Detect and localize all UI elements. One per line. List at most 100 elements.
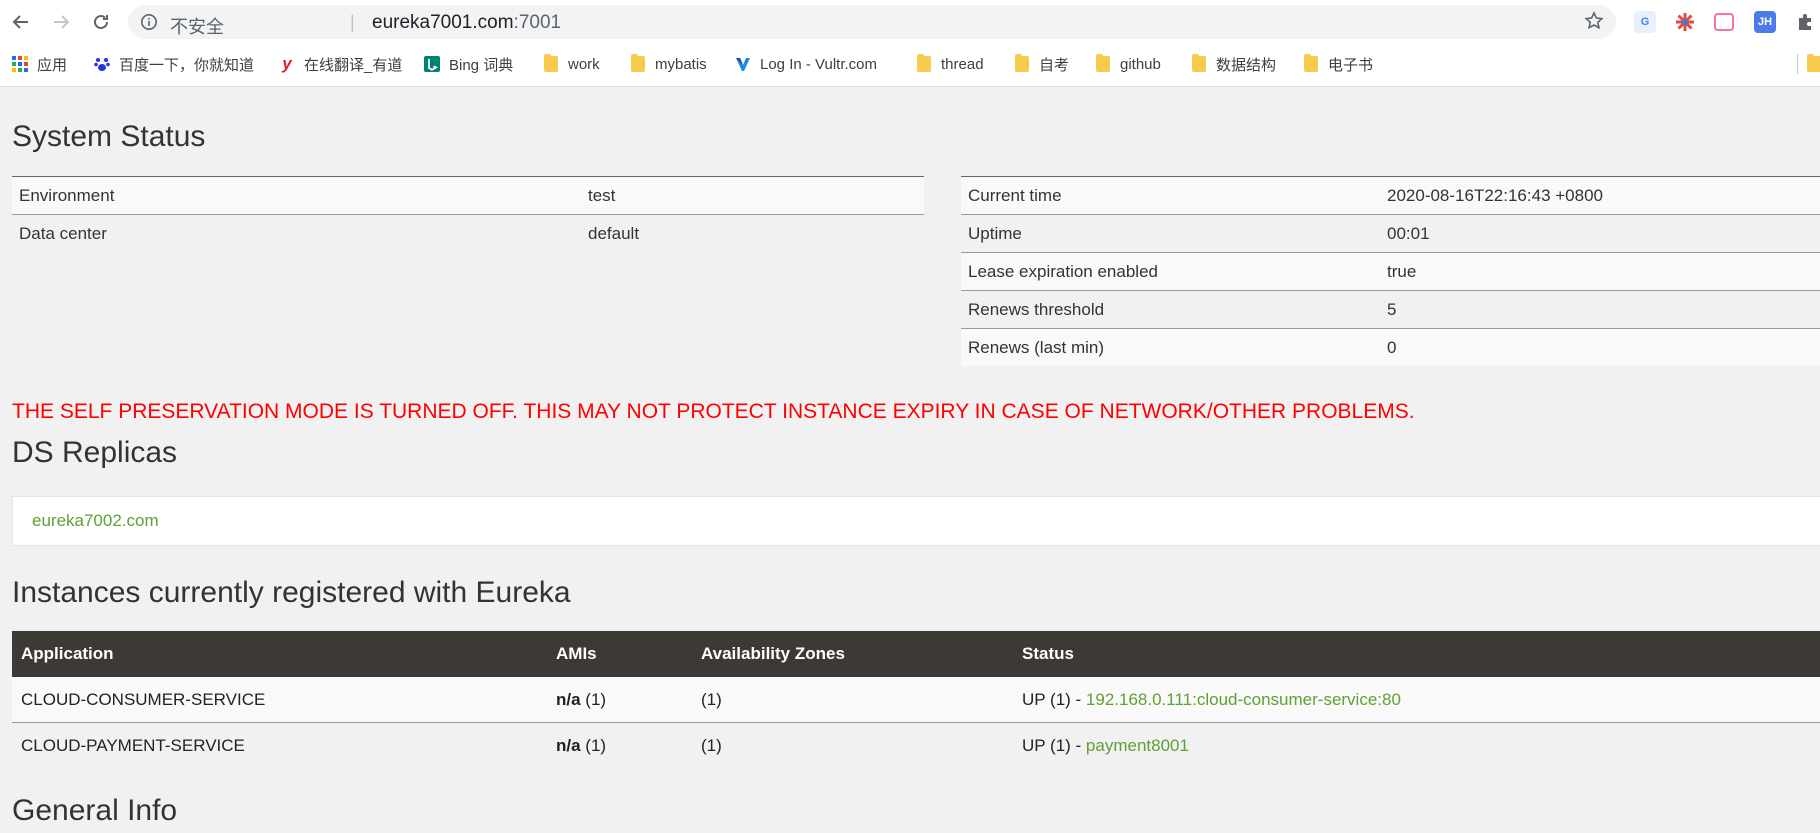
table-row: CLOUD-CONSUMER-SERVICE n/a (1) (1) UP (1… <box>12 677 1820 723</box>
ami-cell: n/a (1) <box>547 677 692 723</box>
status-value: 00:01 <box>1380 214 1820 253</box>
url-text[interactable]: eureka7001.com:7001 <box>372 12 561 34</box>
translate-extension-label: G <box>1640 16 1650 28</box>
omnibox-separator: | <box>350 12 355 32</box>
bookmark-folder-mybatis[interactable]: mybatis <box>630 53 707 75</box>
bookmark-label: 电子书 <box>1328 56 1374 74</box>
status-row: Current time 2020-08-16T22:16:43 +0800 <box>961 176 1820 215</box>
column-header: Status <box>1013 631 1820 677</box>
system-status-right-table: Current time 2020-08-16T22:16:43 +0800 U… <box>961 176 1820 366</box>
replica-link[interactable]: eureka7002.com <box>32 511 159 531</box>
bookmark-label: mybatis <box>655 55 707 73</box>
ami-count: (1) <box>580 735 607 755</box>
bookmark-folder-zikao[interactable]: 自考 <box>1014 53 1069 75</box>
jh-extension-label: JH <box>1757 16 1773 28</box>
bookmark-vultr[interactable]: Log In - Vultr.com <box>735 53 877 75</box>
eureka-dashboard: System Status Environment test Data cent… <box>0 86 1820 833</box>
self-preservation-warning: THE SELF PRESERVATION MODE IS TURNED OFF… <box>12 400 1415 423</box>
folder-icon <box>916 54 932 72</box>
bilibili-extension-icon[interactable] <box>1714 13 1734 31</box>
folder-icon <box>1014 54 1030 72</box>
vultr-icon <box>735 56 751 72</box>
bookmark-label: 自考 <box>1039 56 1070 74</box>
status-value: 2020-08-16T22:16:43 +0800 <box>1380 176 1820 215</box>
bookmark-label: thread <box>941 55 984 73</box>
bookmark-folder-github[interactable]: github <box>1095 53 1161 75</box>
system-status-left-table: Environment test Data center default <box>12 176 924 252</box>
bookmark-bing[interactable]: Bing 词典 <box>424 53 513 75</box>
ami-count: (1) <box>580 689 607 709</box>
bing-icon <box>424 56 440 72</box>
extensions-puzzle-icon[interactable] <box>1794 11 1816 33</box>
bookmarks-divider <box>1797 54 1798 74</box>
info-icon[interactable] <box>140 13 158 36</box>
status-text: UP (1) - <box>1022 735 1086 755</box>
apps-grid-icon <box>12 56 28 72</box>
application-name: CLOUD-PAYMENT-SERVICE <box>12 722 547 768</box>
forward-button[interactable] <box>48 9 74 35</box>
instance-link[interactable]: payment8001 <box>1086 736 1189 755</box>
bookmark-baidu[interactable]: 百度一下，你就知道 <box>94 53 254 75</box>
bookmark-folder-ebooks[interactable]: 电子书 <box>1303 53 1373 75</box>
address-bar[interactable]: 不安全 | eureka7001.com:7001 <box>128 5 1616 39</box>
status-cell: UP (1) - payment8001 <box>1013 722 1820 768</box>
url-host: eureka7001.com <box>372 12 514 33</box>
status-value: 0 <box>1380 328 1820 366</box>
browser-chrome: 不安全 | eureka7001.com:7001 G JH 应用 百度一下，你… <box>0 0 1820 87</box>
bookmark-label: 百度一下，你就知道 <box>119 56 255 74</box>
table-row: CLOUD-PAYMENT-SERVICE n/a (1) (1) UP (1)… <box>12 722 1820 768</box>
column-header: Application <box>12 631 547 677</box>
youdao-icon: y <box>282 54 292 73</box>
reload-button[interactable] <box>88 9 114 35</box>
reload-icon <box>94 14 108 29</box>
bookmark-label: github <box>1120 55 1161 73</box>
application-name: CLOUD-CONSUMER-SERVICE <box>12 677 547 723</box>
jh-extension-icon[interactable]: JH <box>1754 11 1776 33</box>
status-value: default <box>581 214 924 252</box>
bookmark-folder-other[interactable] <box>1806 53 1820 75</box>
bookmark-folder-data-structures[interactable]: 数据结构 <box>1191 53 1276 75</box>
bookmark-folder-thread[interactable]: thread <box>916 53 984 75</box>
arrow-left-icon <box>12 15 28 29</box>
folder-icon <box>1806 54 1820 72</box>
ds-replicas-heading: DS Replicas <box>12 436 178 469</box>
back-button[interactable] <box>8 9 34 35</box>
bookmark-apps[interactable]: 应用 <box>12 53 67 75</box>
bookmark-star-icon[interactable] <box>1584 11 1604 36</box>
status-value: 5 <box>1380 290 1820 329</box>
ami-value: n/a <box>556 689 581 709</box>
folder-icon <box>543 54 559 72</box>
column-header: Availability Zones <box>692 631 1013 677</box>
folder-icon <box>1095 54 1111 72</box>
instance-link[interactable]: 192.168.0.111:cloud-consumer-service:80 <box>1086 690 1401 709</box>
bookmark-label: Bing 词典 <box>449 56 514 74</box>
status-label: Uptime <box>961 214 1380 253</box>
translate-extension-icon[interactable]: G <box>1634 11 1656 33</box>
pinwheel-extension-icon[interactable] <box>1674 11 1696 33</box>
status-value: true <box>1380 252 1820 291</box>
bookmark-label: 应用 <box>37 56 68 74</box>
status-label: Renews threshold <box>961 290 1380 329</box>
bookmark-label: Log In - Vultr.com <box>760 55 877 73</box>
instances-heading: Instances currently registered with Eure… <box>12 576 571 609</box>
column-header: AMIs <box>547 631 692 677</box>
folder-icon <box>1303 54 1319 72</box>
browser-toolbar: 不安全 | eureka7001.com:7001 G JH <box>0 0 1820 44</box>
baidu-paw-icon <box>94 56 110 72</box>
bookmarks-bar: 应用 百度一下，你就知道 y 在线翻译_有道 Bing 词典 work mybat… <box>0 44 1820 84</box>
status-label: Current time <box>961 176 1380 215</box>
instances-table: Application AMIs Availability Zones Stat… <box>12 631 1820 768</box>
status-label: Lease expiration enabled <box>961 252 1380 291</box>
system-status-heading: System Status <box>12 120 206 153</box>
arrow-right-icon <box>54 15 70 29</box>
status-row: Lease expiration enabled true <box>961 252 1820 291</box>
bookmark-label: 在线翻译_有道 <box>304 56 403 74</box>
bookmark-folder-work[interactable]: work <box>543 53 600 75</box>
bookmark-youdao[interactable]: y 在线翻译_有道 <box>279 53 402 75</box>
folder-icon <box>1191 54 1207 72</box>
ami-cell: n/a (1) <box>547 722 692 768</box>
ami-value: n/a <box>556 735 581 755</box>
status-cell: UP (1) - 192.168.0.111:cloud-consumer-se… <box>1013 677 1820 723</box>
status-row: Renews (last min) 0 <box>961 328 1820 366</box>
bookmark-label: 数据结构 <box>1216 56 1277 74</box>
